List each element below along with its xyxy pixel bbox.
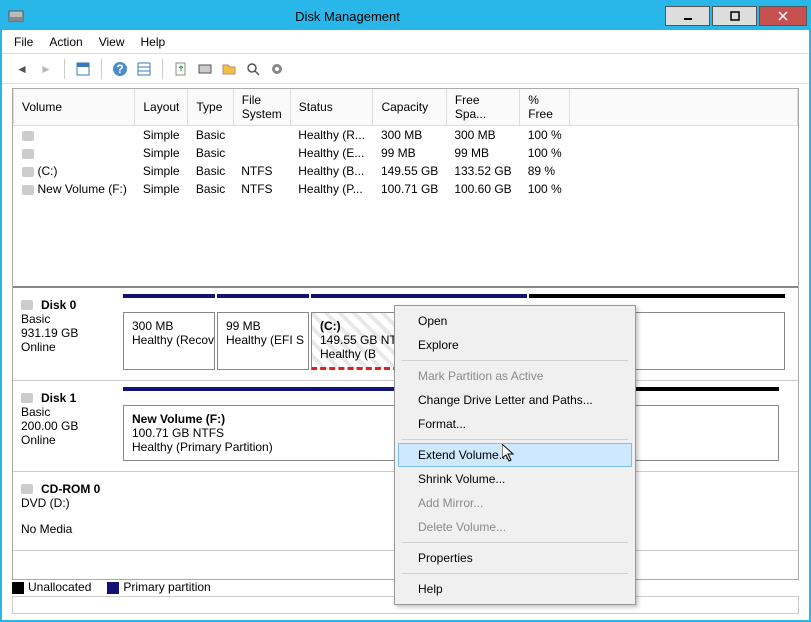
volume-table: VolumeLayoutTypeFile SystemStatusCapacit… — [13, 89, 798, 198]
refresh-icon[interactable] — [171, 59, 191, 79]
maximize-button[interactable] — [712, 6, 757, 26]
gear-icon[interactable] — [267, 59, 287, 79]
partition-box[interactable] — [615, 405, 779, 461]
volume-row[interactable]: SimpleBasicHealthy (E...99 MB99 MB100 % — [14, 144, 798, 162]
properties-icon[interactable] — [73, 59, 93, 79]
disk-icon[interactable] — [195, 59, 215, 79]
disk-icon — [21, 484, 33, 494]
drive-icon — [22, 185, 34, 195]
column-header[interactable]: Free Spa... — [446, 89, 519, 126]
view-icon[interactable] — [134, 59, 154, 79]
menu-item-explore[interactable]: Explore — [398, 333, 632, 357]
window-title: Disk Management — [30, 9, 665, 24]
menu-item-help[interactable]: Help — [398, 577, 632, 601]
legend: Unallocated Primary partition — [12, 580, 211, 594]
close-button[interactable] — [759, 6, 807, 26]
menu-item-shrink-volume[interactable]: Shrink Volume... — [398, 467, 632, 491]
menu-item-add-mirror: Add Mirror... — [398, 491, 632, 515]
back-button[interactable]: ◄ — [12, 59, 32, 79]
minimize-button[interactable] — [665, 6, 710, 26]
drive-icon — [22, 167, 34, 177]
menu-separator — [402, 542, 628, 543]
menu-separator — [402, 439, 628, 440]
menubar: File Action View Help — [2, 30, 809, 54]
menu-item-extend-volume[interactable]: Extend Volume... — [398, 443, 632, 467]
disk-icon — [21, 393, 33, 403]
disk-info: CD-ROM 0DVD (D:)No Media — [17, 478, 123, 540]
volume-row[interactable]: SimpleBasicHealthy (R...300 MB300 MB100 … — [14, 126, 798, 145]
column-header[interactable]: Type — [188, 89, 233, 126]
column-header[interactable]: Status — [290, 89, 373, 126]
volume-row[interactable]: (C:)SimpleBasicNTFSHealthy (B...149.55 G… — [14, 162, 798, 180]
drive-icon — [22, 131, 34, 141]
app-icon — [8, 8, 24, 24]
menu-item-change-drive-letter-and-paths[interactable]: Change Drive Letter and Paths... — [398, 388, 632, 412]
menu-action[interactable]: Action — [49, 35, 82, 49]
volume-row[interactable]: New Volume (F:)SimpleBasicNTFSHealthy (P… — [14, 180, 798, 198]
column-header[interactable]: File System — [233, 89, 290, 126]
partition-box[interactable]: 300 MBHealthy (Recover — [123, 312, 215, 370]
search-icon[interactable] — [243, 59, 263, 79]
partition-box[interactable]: 99 MBHealthy (EFI S — [217, 312, 309, 370]
drive-icon — [22, 149, 34, 159]
menu-separator — [402, 360, 628, 361]
titlebar[interactable]: Disk Management — [2, 2, 809, 30]
column-spacer — [570, 89, 798, 126]
column-header[interactable]: Layout — [135, 89, 188, 126]
menu-separator — [402, 573, 628, 574]
menu-view[interactable]: View — [99, 35, 125, 49]
disk-management-window: Disk Management File Action View Help ◄ … — [0, 0, 811, 622]
column-header[interactable]: % Free — [520, 89, 570, 126]
menu-item-open[interactable]: Open — [398, 309, 632, 333]
legend-item: Primary partition — [107, 580, 210, 594]
disk-info: Disk 1Basic200.00 GBOnline — [17, 387, 123, 461]
menu-file[interactable]: File — [14, 35, 33, 49]
folder-icon[interactable] — [219, 59, 239, 79]
toolbar: ◄ ► ? — [2, 54, 809, 84]
forward-button[interactable]: ► — [36, 59, 56, 79]
help-icon[interactable]: ? — [110, 59, 130, 79]
menu-help[interactable]: Help — [141, 35, 166, 49]
menu-item-delete-volume: Delete Volume... — [398, 515, 632, 539]
legend-item: Unallocated — [12, 580, 91, 594]
column-header[interactable]: Capacity — [373, 89, 446, 126]
menu-item-format[interactable]: Format... — [398, 412, 632, 436]
disk-icon — [21, 300, 33, 310]
disk-info: Disk 0Basic931.19 GBOnline — [17, 294, 123, 370]
column-header[interactable]: Volume — [14, 89, 135, 126]
context-menu: OpenExplore Mark Partition as ActiveChang… — [394, 305, 636, 605]
menu-item-mark-partition-as-active: Mark Partition as Active — [398, 364, 632, 388]
svg-text:?: ? — [116, 62, 123, 76]
menu-item-properties[interactable]: Properties — [398, 546, 632, 570]
